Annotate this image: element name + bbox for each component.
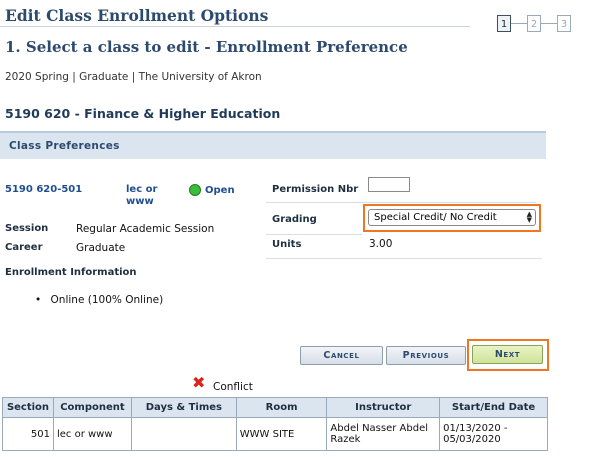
grading-select[interactable]: Special Credit/ No Credit ▲ ▼ xyxy=(368,209,536,226)
page-title: Edit Class Enrollment Options xyxy=(5,6,269,25)
step-3: 3 xyxy=(557,15,571,32)
title-divider xyxy=(0,26,470,27)
enrollment-info-label: Enrollment Information xyxy=(5,267,137,278)
enrollment-info-text: Online (100% Online) xyxy=(50,294,164,306)
table-row: 501 lec or www WWW SITE Abdel Nasser Abd… xyxy=(2,417,548,451)
select-arrows-icon: ▲ ▼ xyxy=(526,210,532,224)
cell-instructor: Abdel Nasser Abdel Razek xyxy=(326,417,441,451)
grading-selected-value: Special Credit/ No Credit xyxy=(374,212,497,223)
cell-days-times xyxy=(130,417,237,451)
status-label: Open xyxy=(205,185,235,196)
col-header-component: Component xyxy=(52,397,132,418)
units-value: 3.00 xyxy=(369,238,393,250)
cell-dates: 01/13/2020 - 05/03/2020 xyxy=(439,417,548,451)
term-context: 2020 Spring | Graduate | The University … xyxy=(5,71,262,83)
permission-nbr-input[interactable] xyxy=(368,177,410,192)
col-header-section: Section xyxy=(2,397,54,418)
next-button[interactable]: Next xyxy=(472,345,543,364)
schedule-table: Section Component Days & Times Room Inst… xyxy=(2,397,548,451)
step-connector xyxy=(511,23,527,24)
grading-label: Grading xyxy=(272,214,317,225)
step-subtitle: 1. Select a class to edit - Enrollment P… xyxy=(5,38,408,56)
cell-section: 501 xyxy=(2,417,54,451)
cell-component: lec or www xyxy=(52,417,132,451)
table-header-row: Section Component Days & Times Room Inst… xyxy=(2,397,548,418)
class-section-link[interactable]: 5190 620-501 xyxy=(5,184,82,195)
cell-room: WWW SITE xyxy=(235,417,328,451)
class-preferences-title: Class Preferences xyxy=(9,140,120,152)
field-divider xyxy=(266,258,542,259)
bullet-dot: • xyxy=(35,294,42,306)
career-value: Graduate xyxy=(76,242,126,254)
session-value: Regular Academic Session xyxy=(76,223,215,235)
step-2: 2 xyxy=(527,15,541,32)
conflict-label: Conflict xyxy=(213,381,253,393)
units-label: Units xyxy=(272,239,302,250)
col-header-days-times: Days & Times xyxy=(130,397,237,418)
field-divider xyxy=(266,234,362,235)
cancel-button[interactable]: Cancel xyxy=(300,346,383,365)
previous-button[interactable]: Previous xyxy=(386,346,466,365)
class-heading: 5190 620 - Finance & Higher Education xyxy=(5,106,281,121)
permission-nbr-label: Permission Nbr xyxy=(272,184,359,195)
col-header-instructor: Instructor xyxy=(326,397,441,418)
open-status-icon xyxy=(189,184,201,196)
step-1: 1 xyxy=(497,15,511,32)
step-connector xyxy=(541,23,557,24)
career-label: Career xyxy=(5,242,43,253)
enrollment-info-item: • Online (100% Online) xyxy=(35,294,163,306)
component-link[interactable]: lec or www xyxy=(126,184,171,208)
col-header-dates: Start/End Date xyxy=(439,397,548,418)
field-divider xyxy=(266,202,536,203)
session-label: Session xyxy=(5,223,49,234)
conflict-x-icon: ✖ xyxy=(192,373,206,392)
col-header-room: Room xyxy=(235,397,328,418)
